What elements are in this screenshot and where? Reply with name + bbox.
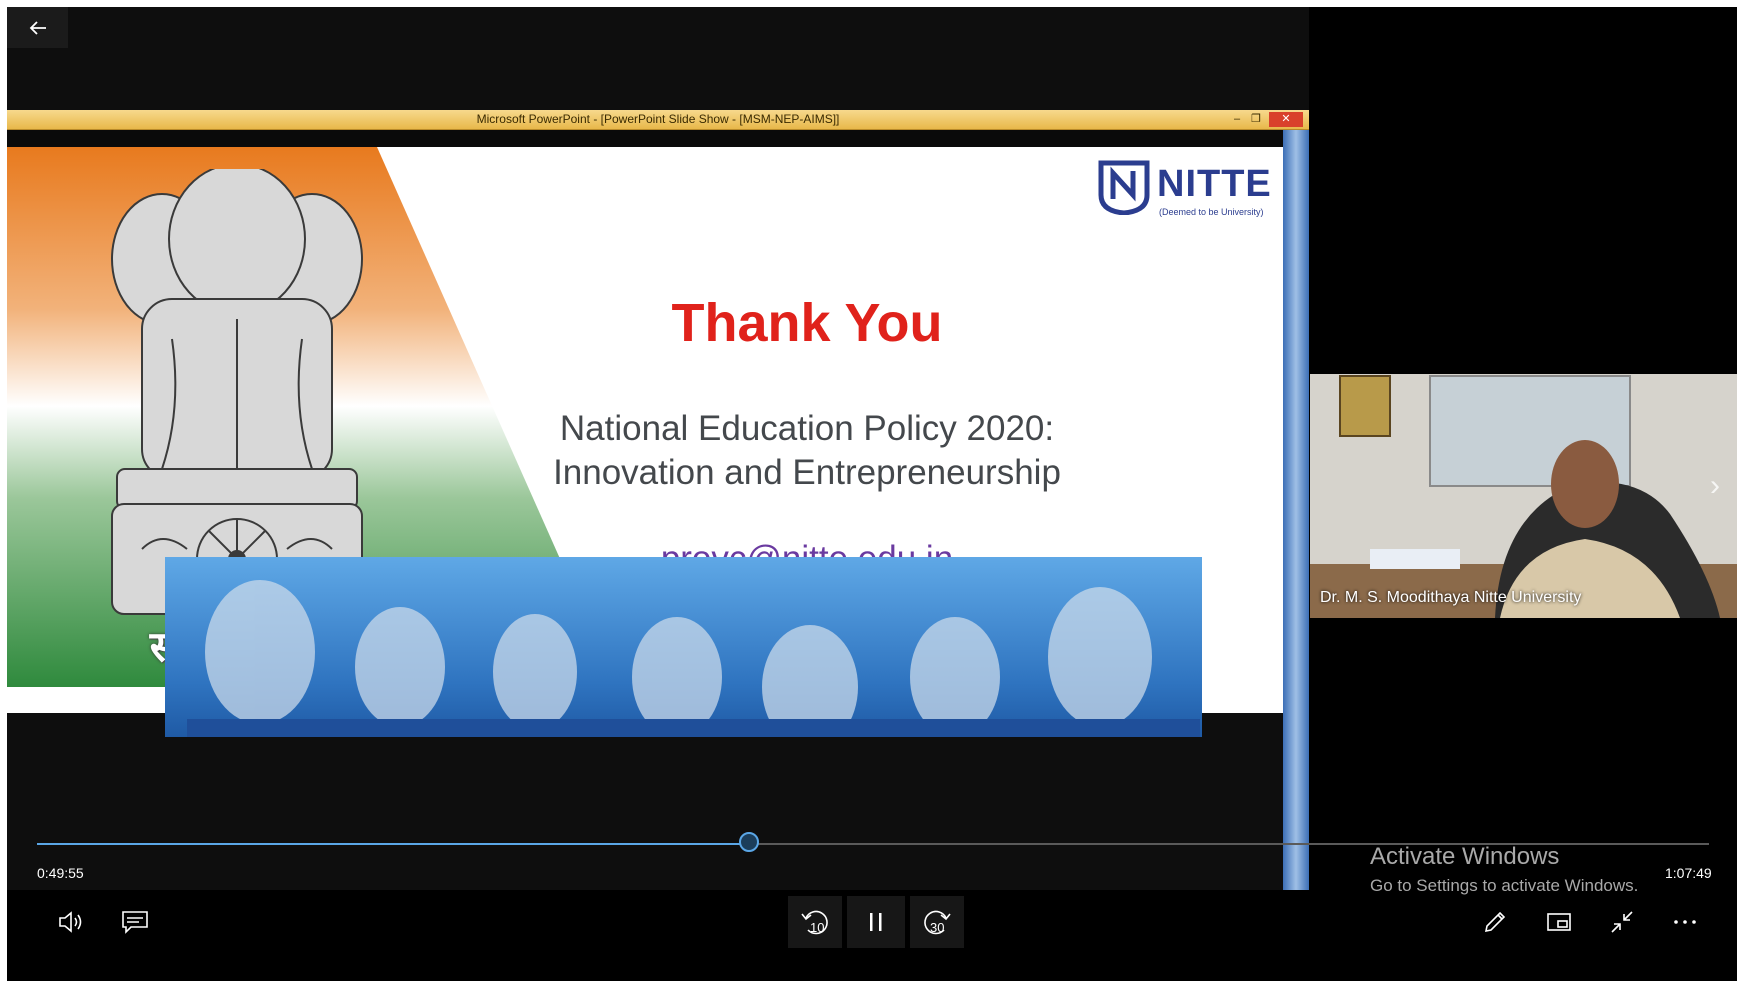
back-button[interactable] <box>7 7 68 48</box>
pause-button[interactable] <box>847 896 905 948</box>
progress-fill <box>37 843 749 845</box>
skip-back-button[interactable]: 10 <box>788 896 842 948</box>
volume-button[interactable] <box>47 900 97 944</box>
chevron-right-icon[interactable]: › <box>1710 469 1720 503</box>
powerpoint-window-title: Microsoft PowerPoint - [PowerPoint Slide… <box>476 112 840 126</box>
nitte-logo-icon <box>1098 160 1150 215</box>
nitte-logo-subtext: (Deemed to be University) <box>1159 207 1264 217</box>
participant-name: Dr. M. S. Moodithaya Nitte University <box>1320 589 1582 606</box>
portraits-graphic <box>205 580 1152 749</box>
skip-forward-30-icon: 30 <box>924 910 951 935</box>
skip-back-10-icon: 10 <box>801 910 828 935</box>
skip-back-label: 10 <box>810 920 824 935</box>
skip-forward-label: 30 <box>930 920 944 935</box>
slide-subtitle-line2: Innovation and Entrepreneurship <box>553 453 1061 492</box>
entrepreneurs-banner-image <box>165 557 1202 749</box>
exit-fullscreen-icon <box>1611 911 1633 933</box>
total-duration: 1:07:49 <box>1665 865 1712 881</box>
powerpoint-title-bar: Microsoft PowerPoint - [PowerPoint Slide… <box>7 110 1309 130</box>
close-button[interactable]: ✕ <box>1269 112 1303 127</box>
participant-video-thumbnail[interactable]: Dr. M. S. Moodithaya Nitte University › <box>1310 374 1737 618</box>
activate-windows-title: Activate Windows <box>1370 843 1560 870</box>
pencil-icon <box>1484 911 1506 933</box>
arrow-left-icon <box>29 20 46 35</box>
slideshow-scrollbar[interactable] <box>1283 130 1309 890</box>
current-time: 0:49:55 <box>37 865 84 881</box>
edit-button[interactable] <box>1470 900 1520 944</box>
volume-icon <box>59 911 82 933</box>
skip-forward-button[interactable]: 30 <box>910 896 964 948</box>
mini-view-button[interactable] <box>1534 900 1584 944</box>
exit-fullscreen-button[interactable] <box>1597 900 1647 944</box>
slide-heading: Thank You <box>671 293 943 353</box>
captions-button[interactable] <box>110 900 160 944</box>
activate-windows-subtitle: Go to Settings to activate Windows. <box>1370 876 1639 895</box>
progress-handle[interactable] <box>739 832 759 852</box>
restore-button[interactable]: ❐ <box>1247 112 1265 127</box>
captions-icon <box>122 911 148 934</box>
slide-top-band <box>7 130 1309 147</box>
picture-in-picture-icon <box>1547 913 1571 931</box>
more-horizontal-icon <box>1674 920 1696 924</box>
video-frame[interactable]: Microsoft PowerPoint - [PowerPoint Slide… <box>7 7 1309 890</box>
slide-subtitle-line1: National Education Policy 2020: <box>559 409 1055 448</box>
video-player: Microsoft PowerPoint - [PowerPoint Slide… <box>7 7 1737 981</box>
nitte-logo-text: NITTE <box>1157 163 1272 205</box>
minimize-button[interactable]: – <box>1229 112 1245 127</box>
more-options-button[interactable] <box>1660 900 1710 944</box>
participant-video-image <box>1310 374 1737 618</box>
banner-bottom-strip <box>187 719 1200 737</box>
pause-icon <box>870 913 882 931</box>
